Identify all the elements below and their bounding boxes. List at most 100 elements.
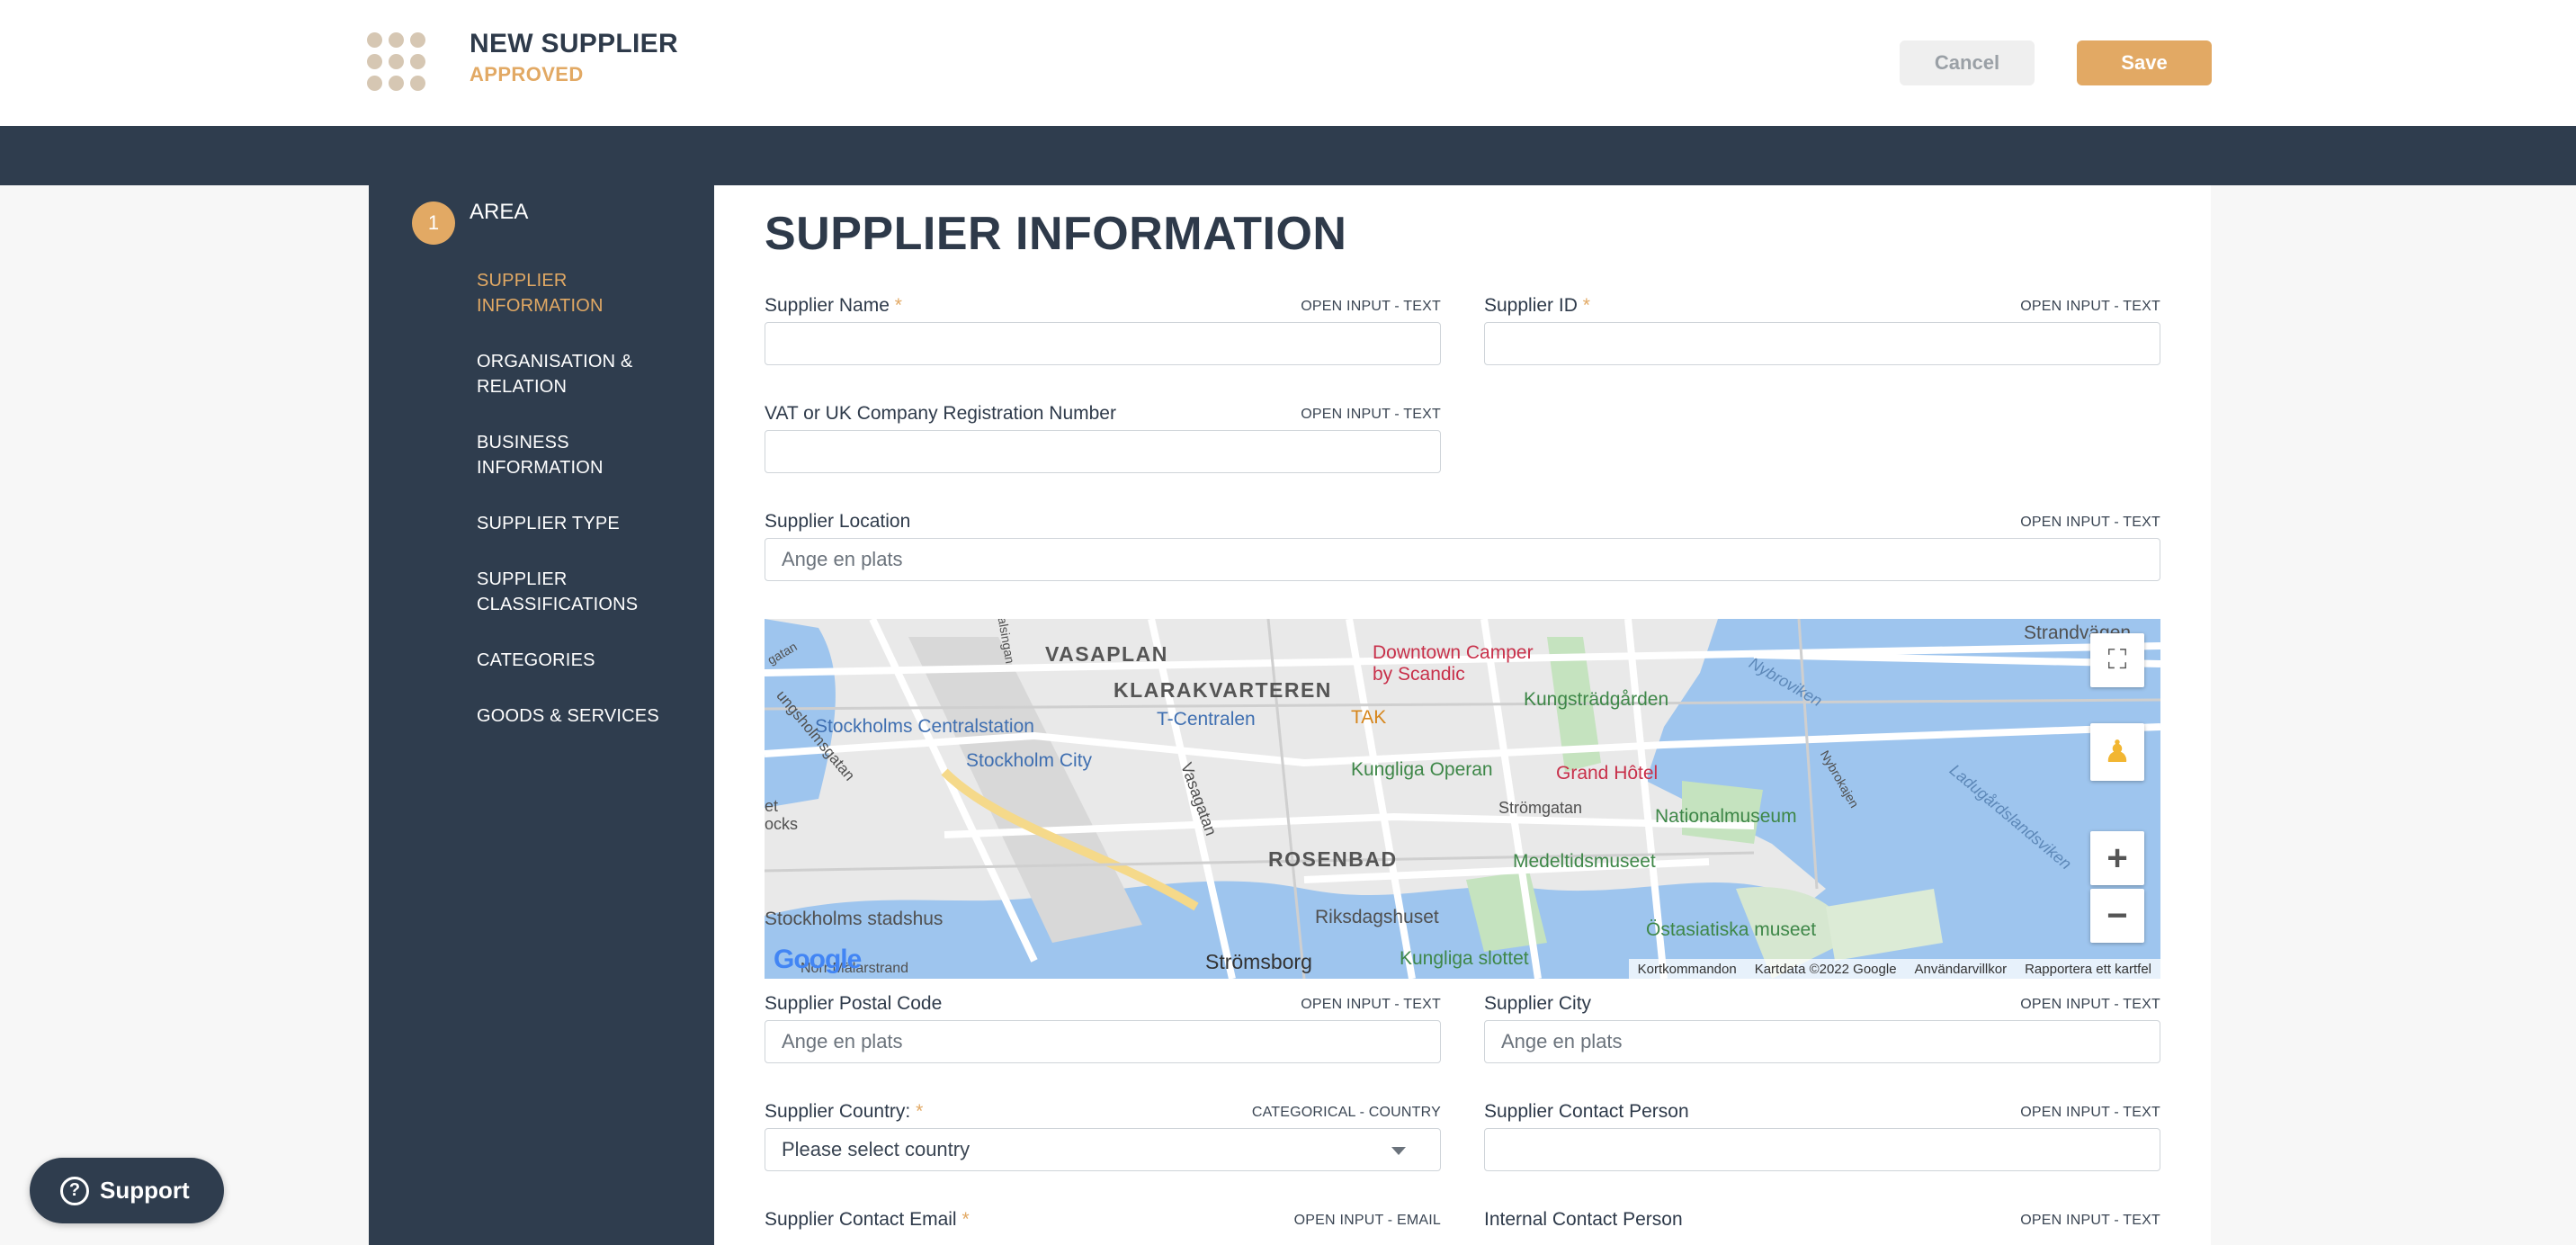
map-label: TAK [1351, 707, 1387, 728]
sidebar-item-supplier-information[interactable]: SUPPLIER INFORMATION [477, 268, 684, 318]
map-label: Kungsträdgården [1524, 689, 1669, 710]
cancel-button[interactable]: Cancel [1900, 40, 2035, 85]
sidebar-item-label: CLASSIFICATIONS [477, 595, 639, 614]
field-label-text: Supplier Name [765, 295, 890, 316]
help-icon: ? [60, 1176, 89, 1205]
chevron-down-icon [1391, 1147, 1406, 1155]
map-label: Östasiatiska museet [1646, 919, 1817, 940]
field-label-text: Supplier Country: [765, 1101, 911, 1122]
map-label: Stockholms stadshus [765, 909, 944, 929]
map-label: VASAPLAN [1045, 642, 1168, 666]
sidebar-item-label: BUSINESS [477, 433, 569, 452]
country-select-value: Please select country [782, 1138, 970, 1160]
street-view-pegman-icon[interactable]: ♟ [2090, 723, 2144, 781]
map-label: Nationalmuseum [1655, 806, 1797, 827]
sidebar-item-supplier-classifications[interactable]: SUPPLIER CLASSIFICATIONS [477, 567, 684, 617]
field-type-hint: OPEN INPUT - TEXT [1301, 407, 1441, 422]
field-type-hint: CATEGORICAL - COUNTRY [1251, 1105, 1441, 1120]
map-label: Strömsborg [1205, 950, 1312, 973]
map-label: Kungliga slottet [1400, 948, 1529, 969]
supplier-name-label: Supplier Name * [765, 295, 902, 317]
sidebar-item-label: GOODS & SERVICES [477, 706, 659, 726]
app-logo-icon [367, 32, 426, 92]
top-header: NEW SUPPLIER APPROVED Cancel Save [0, 0, 2576, 126]
sidebar-item-label: CATEGORIES [477, 650, 595, 670]
field-type-hint: OPEN INPUT - TEXT [2020, 299, 2160, 314]
field-type-hint: OPEN INPUT - TEXT [1301, 299, 1441, 314]
keyboard-shortcuts-link[interactable]: Kortkommandon [1638, 962, 1737, 977]
sidebar-item-label: SUPPLIER TYPE [477, 514, 620, 533]
section-heading: SUPPLIER INFORMATION [765, 208, 1347, 260]
sidebar-item-goods-services[interactable]: GOODS & SERVICES [477, 703, 684, 729]
map-attribution: Kortkommandon Kartdata ©2022 Google Anvä… [1628, 959, 2160, 979]
field-type-hint: OPEN INPUT - TEXT [2020, 1213, 2160, 1228]
city-input[interactable] [1484, 1020, 2160, 1063]
map-label: Medeltidsmuseet [1513, 851, 1656, 872]
field-type-hint: OPEN INPUT - EMAIL [1293, 1213, 1441, 1228]
zoom-in-icon[interactable]: + [2090, 831, 2144, 885]
vat-label: VAT or UK Company Registration Number [765, 403, 1116, 424]
supplier-name-input[interactable] [765, 322, 1441, 365]
sidebar: 1 AREA SUPPLIER INFORMATION ORGANISATION… [369, 185, 714, 1245]
map-label: Kungliga Operan [1351, 759, 1493, 780]
zoom-out-icon[interactable]: − [2090, 889, 2144, 943]
map-label: by Scandic [1373, 664, 1465, 685]
field-type-hint: OPEN INPUT - TEXT [2020, 997, 2160, 1012]
postal-code-input[interactable] [765, 1020, 1441, 1063]
map-label: T-Centralen [1157, 709, 1256, 730]
map-label: et [765, 797, 779, 815]
map-label: Grand Hôtel [1556, 763, 1659, 784]
terms-link[interactable]: Användarvillkor [1915, 962, 2008, 977]
map-label: Downtown Camper [1373, 642, 1534, 663]
map-label: Riksdagshuset [1315, 907, 1439, 927]
field-type-hint: OPEN INPUT - TEXT [2020, 515, 2160, 530]
fullscreen-icon[interactable]: ⛶ [2090, 633, 2144, 687]
supplier-id-input[interactable] [1484, 322, 2160, 365]
sidebar-item-organisation-relation[interactable]: ORGANISATION & RELATION [477, 349, 684, 399]
required-marker: * [962, 1209, 970, 1230]
sidebar-item-categories[interactable]: CATEGORIES [477, 648, 684, 673]
header-band [0, 126, 2576, 185]
sidebar-item-label: INFORMATION [477, 458, 604, 478]
map-label: Stockholms Centralstation [815, 716, 1034, 737]
postal-code-label: Supplier Postal Code [765, 993, 943, 1014]
support-button[interactable]: ? Support [30, 1158, 224, 1223]
vat-input[interactable] [765, 430, 1441, 473]
city-label: Supplier City [1484, 993, 1592, 1014]
required-marker: * [1582, 295, 1590, 316]
internal-contact-label: Internal Contact Person [1484, 1209, 1683, 1230]
sidebar-item-label: RELATION [477, 377, 568, 397]
main-content: SUPPLIER INFORMATION Supplier Name * OPE… [714, 185, 2211, 1245]
step-number-badge: 1 [412, 202, 455, 245]
sidebar-item-label: ORGANISATION & [477, 352, 633, 372]
contact-person-input[interactable] [1484, 1128, 2160, 1171]
required-marker: * [916, 1101, 924, 1122]
location-map[interactable]: VASAPLAN KLARAKVARTEREN ROSENBAD Stockho… [765, 619, 2160, 979]
sidebar-item-label: INFORMATION [477, 296, 604, 316]
map-label: ocks [765, 815, 799, 833]
field-type-hint: OPEN INPUT - TEXT [1301, 997, 1441, 1012]
supplier-id-label: Supplier ID * [1484, 295, 1590, 317]
sidebar-item-supplier-type[interactable]: SUPPLIER TYPE [477, 511, 684, 536]
contact-email-label: Supplier Contact Email * [765, 1209, 970, 1231]
map-label: Stockholm City [966, 750, 1093, 771]
sidebar-item-business-information[interactable]: BUSINESS INFORMATION [477, 430, 684, 480]
google-logo: Google [774, 945, 862, 974]
country-select[interactable]: Please select country [765, 1128, 1441, 1171]
support-label: Support [100, 1177, 190, 1204]
sidebar-item-label: SUPPLIER [477, 271, 568, 291]
supplier-location-input[interactable] [765, 538, 2160, 581]
map-label: KLARAKVARTEREN [1114, 678, 1332, 702]
map-data-attribution: Kartdata ©2022 Google [1754, 961, 1897, 977]
supplier-location-label: Supplier Location [765, 511, 911, 532]
save-button[interactable]: Save [2077, 40, 2212, 85]
field-label-text: Supplier Contact Email [765, 1209, 957, 1230]
map-label: ROSENBAD [1268, 847, 1398, 871]
map-label: Strömgatan [1498, 799, 1583, 817]
field-type-hint: OPEN INPUT - TEXT [2020, 1105, 2160, 1120]
field-label-text: Supplier ID [1484, 295, 1578, 316]
country-label: Supplier Country: * [765, 1101, 923, 1123]
contact-person-label: Supplier Contact Person [1484, 1101, 1689, 1122]
status-label: APPROVED [470, 63, 584, 85]
report-error-link[interactable]: Rapportera ett kartfel [2025, 962, 2151, 977]
